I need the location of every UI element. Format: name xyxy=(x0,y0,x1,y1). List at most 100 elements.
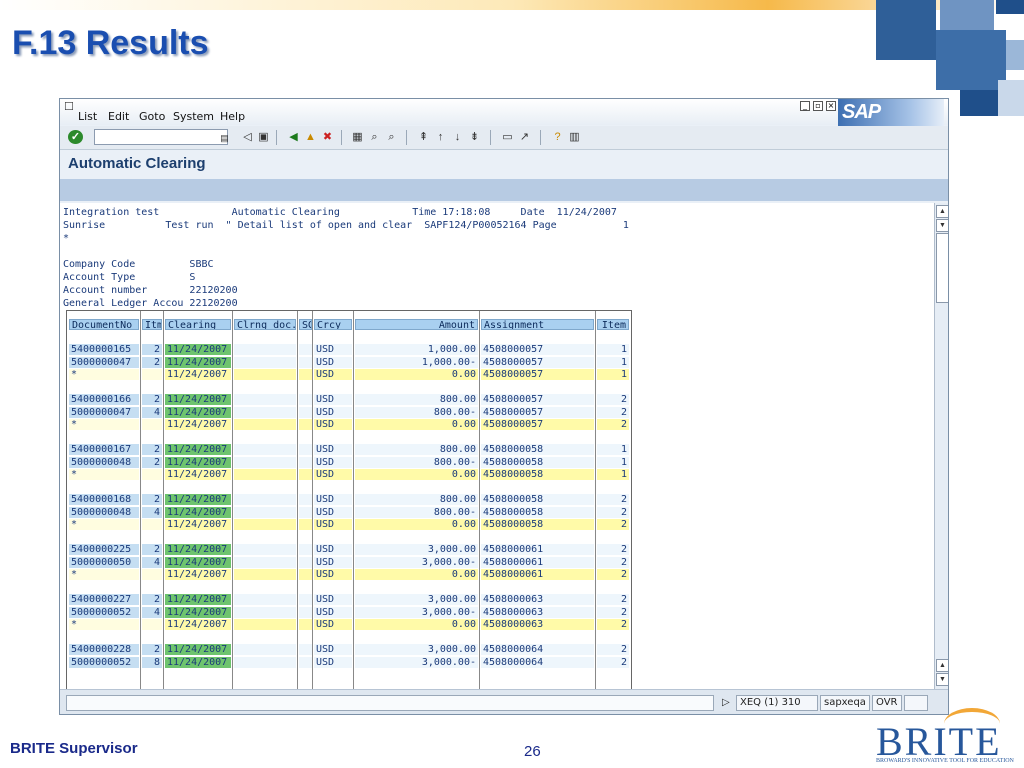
row-clearing-doc[interactable] xyxy=(234,656,296,668)
row-clearing-date[interactable]: 11/24/2007 xyxy=(165,456,231,468)
row-item[interactable]: 8 xyxy=(142,656,162,668)
row-clearing-doc[interactable] xyxy=(234,506,296,518)
total-amount[interactable]: 0.00 xyxy=(355,619,478,630)
row-clearing-date[interactable]: 11/24/2007 xyxy=(165,344,231,355)
scroll-thumb[interactable] xyxy=(936,233,948,303)
total-document-number[interactable]: * xyxy=(69,519,139,530)
row-amount[interactable]: 1,000.00 xyxy=(355,344,478,355)
total-clearing-date[interactable]: 11/24/2007 xyxy=(165,419,231,430)
restore-icon[interactable]: ▫ xyxy=(813,101,823,111)
row-amount[interactable]: 800.00- xyxy=(355,456,478,468)
menu-icon[interactable]: ☐ xyxy=(64,100,74,113)
first-page-icon[interactable]: ⇞ xyxy=(416,130,431,144)
total-amount[interactable]: 0.00 xyxy=(355,519,478,530)
total-clearing-doc[interactable] xyxy=(234,569,296,580)
menu-goto[interactable]: Goto xyxy=(139,110,165,123)
row-assignment[interactable]: 4508000061 xyxy=(481,544,594,555)
total-clearing-doc[interactable] xyxy=(234,519,296,530)
row-clearing-doc[interactable] xyxy=(234,544,296,555)
row-document-number[interactable]: 5000000050 xyxy=(69,556,139,568)
row-item[interactable]: 2 xyxy=(142,644,162,655)
row-line-item[interactable]: 2 xyxy=(597,644,629,655)
row-item[interactable]: 2 xyxy=(142,356,162,368)
total-clearing-date[interactable]: 11/24/2007 xyxy=(165,369,231,380)
scroll-down-icon[interactable]: ▼ xyxy=(936,673,948,686)
row-clearing-date[interactable]: 11/24/2007 xyxy=(165,656,231,668)
row-special-gl[interactable] xyxy=(299,644,312,655)
total-item[interactable] xyxy=(142,569,162,580)
total-amount[interactable]: 0.00 xyxy=(355,369,478,380)
row-amount[interactable]: 800.00 xyxy=(355,444,478,455)
row-clearing-doc[interactable] xyxy=(234,594,296,605)
row-assignment[interactable]: 4508000058 xyxy=(481,494,594,505)
column-header-special-gl[interactable]: SG xyxy=(299,319,312,330)
row-amount[interactable]: 3,000.00 xyxy=(355,644,478,655)
total-item[interactable] xyxy=(142,369,162,380)
row-special-gl[interactable] xyxy=(299,594,312,605)
row-currency[interactable]: USD xyxy=(314,344,352,355)
column-header-assignment[interactable]: Assignment xyxy=(481,319,594,330)
row-special-gl[interactable] xyxy=(299,456,312,468)
row-document-number[interactable]: 5000000052 xyxy=(69,606,139,618)
shortcut-icon[interactable]: ↗ xyxy=(517,130,532,144)
row-currency[interactable]: USD xyxy=(314,556,352,568)
total-line-item[interactable]: 2 xyxy=(597,569,629,580)
total-currency[interactable]: USD xyxy=(314,619,352,630)
row-line-item[interactable]: 1 xyxy=(597,356,629,368)
help-icon[interactable]: ? xyxy=(550,130,565,144)
next-page-icon[interactable]: ↓ xyxy=(450,130,465,144)
row-item[interactable]: 4 xyxy=(142,506,162,518)
row-document-number[interactable]: 5400000168 xyxy=(69,494,139,505)
total-item[interactable] xyxy=(142,519,162,530)
row-clearing-date[interactable]: 11/24/2007 xyxy=(165,606,231,618)
row-line-item[interactable]: 1 xyxy=(597,344,629,355)
menu-system[interactable]: System xyxy=(173,110,214,123)
column-header-line-item[interactable]: Item xyxy=(597,319,629,330)
row-currency[interactable]: USD xyxy=(314,606,352,618)
total-currency[interactable]: USD xyxy=(314,419,352,430)
row-special-gl[interactable] xyxy=(299,606,312,618)
row-clearing-doc[interactable] xyxy=(234,606,296,618)
row-amount[interactable]: 800.00 xyxy=(355,494,478,505)
history-icon[interactable]: ▤ xyxy=(217,131,232,145)
row-item[interactable]: 2 xyxy=(142,594,162,605)
command-field[interactable] xyxy=(94,129,228,145)
row-currency[interactable]: USD xyxy=(314,406,352,418)
row-clearing-doc[interactable] xyxy=(234,394,296,405)
total-line-item[interactable]: 1 xyxy=(597,369,629,380)
scroll-down-icon[interactable]: ▼ xyxy=(936,219,948,232)
row-document-number[interactable]: 5400000167 xyxy=(69,444,139,455)
total-line-item[interactable]: 2 xyxy=(597,419,629,430)
row-line-item[interactable]: 2 xyxy=(597,494,629,505)
row-clearing-doc[interactable] xyxy=(234,406,296,418)
row-line-item[interactable]: 2 xyxy=(597,394,629,405)
row-clearing-date[interactable]: 11/24/2007 xyxy=(165,356,231,368)
layout-menu-icon[interactable]: ▥ xyxy=(567,130,582,144)
row-currency[interactable]: USD xyxy=(314,656,352,668)
total-amount[interactable]: 0.00 xyxy=(355,419,478,430)
total-line-item[interactable]: 1 xyxy=(597,469,629,480)
total-currency[interactable]: USD xyxy=(314,519,352,530)
row-currency[interactable]: USD xyxy=(314,394,352,405)
total-currency[interactable]: USD xyxy=(314,569,352,580)
total-document-number[interactable]: * xyxy=(69,369,139,380)
total-special-gl[interactable] xyxy=(299,569,312,580)
total-amount[interactable]: 0.00 xyxy=(355,569,478,580)
row-document-number[interactable]: 5000000048 xyxy=(69,506,139,518)
print-icon[interactable]: ▦ xyxy=(350,130,365,144)
row-document-number[interactable]: 5000000047 xyxy=(69,406,139,418)
row-assignment[interactable]: 4508000057 xyxy=(481,344,594,355)
save-icon[interactable]: ▣ xyxy=(256,130,271,144)
row-amount[interactable]: 800.00- xyxy=(355,506,478,518)
total-item[interactable] xyxy=(142,619,162,630)
row-clearing-date[interactable]: 11/24/2007 xyxy=(165,394,231,405)
row-amount[interactable]: 800.00 xyxy=(355,394,478,405)
find-icon[interactable]: ⌕ xyxy=(367,130,382,144)
row-currency[interactable]: USD xyxy=(314,506,352,518)
row-line-item[interactable]: 2 xyxy=(597,556,629,568)
scroll-up-icon[interactable]: ▲ xyxy=(936,205,948,218)
total-clearing-doc[interactable] xyxy=(234,419,296,430)
row-clearing-date[interactable]: 11/24/2007 xyxy=(165,494,231,505)
column-header-item[interactable]: Itm xyxy=(142,319,162,330)
row-document-number[interactable]: 5400000228 xyxy=(69,644,139,655)
